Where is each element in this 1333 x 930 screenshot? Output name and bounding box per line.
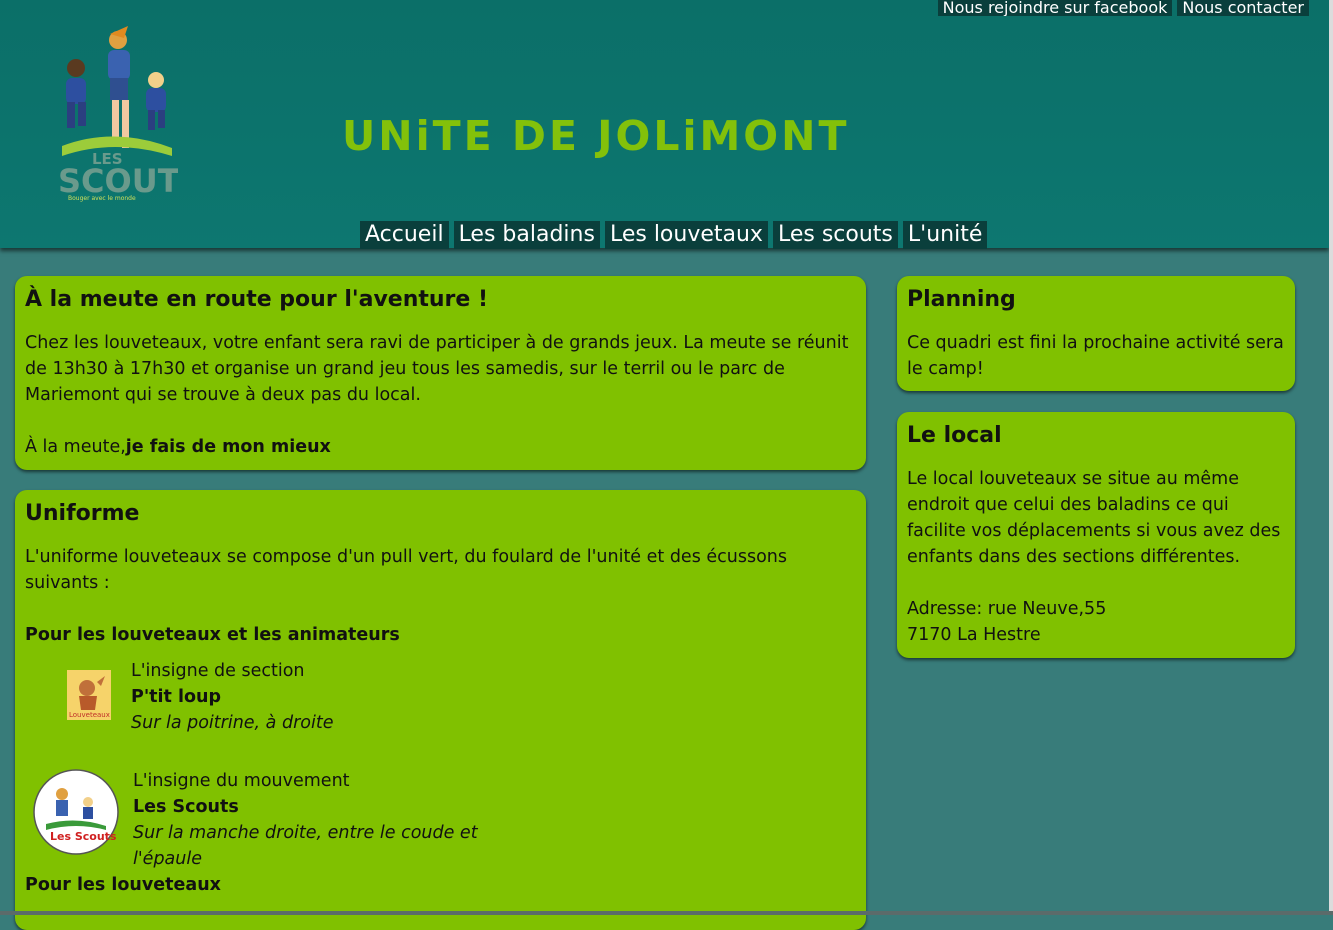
- local-panel: Le local Le local louveteaux se situe au…: [897, 412, 1295, 658]
- nav-louvetaux[interactable]: Les louvetaux: [604, 221, 768, 249]
- insigne-mouvement: Les Scouts L'insigne du mouvement Les Sc…: [25, 768, 856, 872]
- top-links: Nous rejoindre sur facebook Nous contact…: [937, 0, 1309, 16]
- scrollbar[interactable]: [1329, 0, 1333, 915]
- motto-bold: je fais de mon mieux: [125, 437, 331, 457]
- les-scouts-badge-icon: Les Scouts: [33, 769, 119, 855]
- les-scouts-badge-text: Les Scouts: [50, 830, 117, 843]
- uniforme-subtitle-louveteaux: Pour les louveteaux: [25, 875, 221, 895]
- contact-link[interactable]: Nous contacter: [1177, 0, 1309, 16]
- insigne-section: Louveteaux L'insigne de section P'tit lo…: [25, 658, 856, 768]
- insigne-mouvement-position: Sur la manche droite, entre le coude et …: [133, 823, 478, 869]
- planning-text: Ce quadri est fini la prochaine activité…: [907, 333, 1284, 379]
- facebook-link[interactable]: Nous rejoindre sur facebook: [937, 0, 1173, 16]
- uniforme-title: Uniforme: [25, 501, 140, 526]
- local-address-line2: 7170 La Hestre: [907, 625, 1041, 645]
- local-text: Le local louveteaux se situe au même end…: [907, 469, 1281, 567]
- insigne-section-position: Sur la poitrine, à droite: [131, 713, 334, 733]
- insigne-section-label: L'insigne de section: [131, 661, 305, 681]
- svg-text:Bouger avec le monde: Bouger avec le monde: [68, 195, 136, 202]
- nav-accueil[interactable]: Accueil: [360, 221, 449, 249]
- kids-illustration: [66, 26, 166, 148]
- planning-panel: Planning Ce quadri est fini la prochaine…: [897, 276, 1295, 391]
- insigne-mouvement-label: L'insigne du mouvement: [133, 771, 350, 791]
- main-nav: Accueil Les baladins Les louvetaux Les s…: [360, 221, 988, 249]
- nav-unite[interactable]: L'unité: [902, 221, 988, 249]
- planning-title: Planning: [907, 287, 1016, 312]
- insigne-section-name: P'tit loup: [131, 687, 222, 707]
- local-title: Le local: [907, 423, 1002, 448]
- intro-title: À la meute en route pour l'aventure !: [25, 287, 489, 312]
- nav-scouts[interactable]: Les scouts: [772, 221, 898, 249]
- intro-panel: À la meute en route pour l'aventure ! Ch…: [15, 276, 866, 470]
- uniforme-subtitle-all: Pour les louveteaux et les animateurs: [25, 625, 400, 645]
- intro-motto: À la meute,je fais de mon mieux: [25, 434, 856, 460]
- intro-text: Chez les louveteaux, votre enfant sera r…: [25, 333, 849, 405]
- nav-baladins[interactable]: Les baladins: [453, 221, 600, 249]
- site-header: Nous rejoindre sur facebook Nous contact…: [0, 0, 1329, 249]
- motto-prefix: À la meute,: [25, 437, 126, 457]
- insigne-mouvement-name: Les Scouts: [133, 797, 239, 817]
- site-title: UNiTE DE JOLiMONT: [342, 112, 850, 160]
- scouts-logo[interactable]: LES SCOUTS Bouger avec le monde: [54, 26, 178, 204]
- local-address-line1: Adresse: rue Neuve,55: [907, 599, 1107, 619]
- ptit-loup-badge-icon: Louveteaux: [67, 670, 111, 720]
- uniforme-panel: Uniforme L'uniforme louveteaux se compos…: [15, 490, 866, 930]
- uniforme-text: L'uniforme louveteaux se compose d'un pu…: [25, 547, 788, 593]
- bottom-edge: [0, 911, 1333, 915]
- ptit-loup-badge-text: Louveteaux: [69, 711, 110, 719]
